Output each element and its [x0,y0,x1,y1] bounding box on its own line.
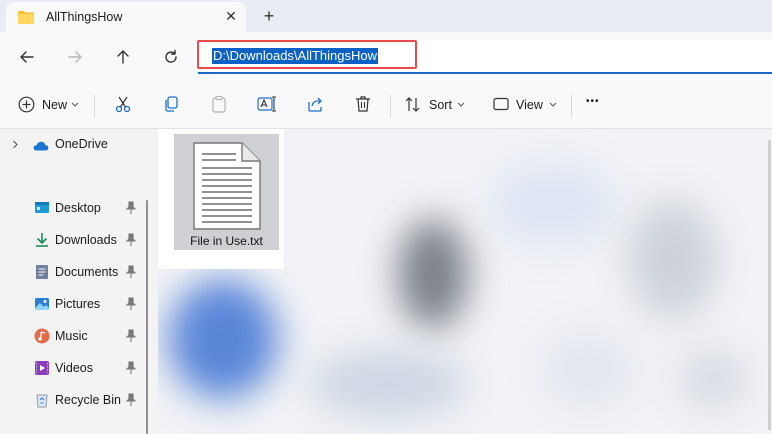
blurred-region [678,349,748,409]
sort-icon [405,97,420,112]
sort-button[interactable]: Sort [402,92,468,118]
pin-icon [125,297,137,310]
share-button[interactable] [302,92,328,118]
sidebar-item-documents[interactable]: Documents [0,260,150,284]
pictures-icon [35,298,49,310]
arrow-right-icon [68,51,82,63]
file-item[interactable]: File in Use.txt [174,134,279,250]
sidebar-item-videos[interactable]: Videos [0,356,150,380]
chevron-down-icon [457,102,465,107]
pin-icon [125,361,137,374]
address-highlight-box [197,40,417,69]
up-button[interactable] [108,42,138,72]
scissors-icon [115,96,131,113]
refresh-icon [165,49,177,63]
recycle-bin-icon [36,394,48,408]
file-name: File in Use.txt [190,234,263,248]
videos-icon [35,361,49,375]
content-scrollbar[interactable] [768,140,771,430]
sidebar-item-downloads[interactable]: Downloads [0,228,150,252]
pin-icon [125,201,137,214]
pin-icon [125,393,137,406]
more-icon: ••• [586,96,600,107]
tab-strip: AllThingsHow ✕ + [0,0,772,32]
trash-icon [356,96,370,112]
sidebar-item-onedrive[interactable]: OneDrive [0,132,150,156]
sidebar-item-music[interactable]: Music [0,324,150,348]
chevron-right-icon [13,140,18,149]
paste-button[interactable] [206,92,232,118]
desktop-icon [35,202,49,213]
documents-icon [36,265,48,279]
refresh-button[interactable] [156,42,186,72]
sidebar-item-label: Downloads [55,233,117,247]
tab-allthingshow[interactable]: AllThingsHow ✕ [6,2,246,32]
plus-circle-icon [18,96,35,113]
more-options-button[interactable]: ••• [584,92,610,118]
delete-button[interactable] [350,92,376,118]
folder-icon [18,11,34,24]
new-tab-button[interactable]: + [258,5,280,27]
pin-icon [125,233,137,246]
share-icon [308,97,322,112]
blurred-region [168,279,278,399]
blurred-region [628,199,718,319]
rename-button[interactable] [254,92,280,118]
tab-title: AllThingsHow [46,10,123,24]
sidebar-item-desktop[interactable]: Desktop [0,196,150,220]
view-icon [493,97,509,111]
chevron-down-icon [71,102,79,107]
cloud-icon [33,141,49,151]
toolbar-divider [571,95,572,117]
sidebar-item-label: OneDrive [55,137,108,151]
sidebar-item-recycle-bin[interactable]: Recycle Bin [0,388,150,412]
sidebar-item-label: Desktop [55,201,101,215]
text-file-icon [193,142,261,230]
cut-button[interactable] [110,92,136,118]
copy-icon [165,96,178,112]
rename-icon [257,96,276,112]
pin-icon [125,265,137,278]
pin-icon [125,329,137,342]
arrow-left-icon [20,51,34,63]
blurred-region [488,159,618,249]
blurred-region [308,349,468,419]
forward-button[interactable] [60,42,90,72]
music-icon [34,328,50,344]
downloads-icon [36,233,48,247]
sidebar-item-label: Music [55,329,88,343]
sidebar-scrollbar[interactable] [146,200,148,434]
sidebar-item-label: Recycle Bin [55,393,121,407]
toolbar-divider [390,95,391,117]
arrow-up-icon [117,50,129,64]
sidebar-item-label: Videos [55,361,93,375]
close-tab-icon[interactable]: ✕ [222,7,240,25]
sidebar-item-pictures[interactable]: Pictures [0,292,150,316]
blurred-region [538,329,638,409]
command-bar: New Sort View ••• [0,82,772,129]
copy-button[interactable] [158,92,184,118]
sidebar-item-label: Documents [55,265,119,279]
back-button[interactable] [12,42,42,72]
chevron-down-icon [549,102,557,107]
clipboard-icon [212,95,226,113]
sidebar-item-label: Pictures [55,297,101,311]
navigation-pane: OneDrive Desktop Downloads Documents Pic… [0,129,150,434]
blurred-region [398,219,468,329]
new-button[interactable]: New [14,92,80,118]
toolbar-divider [94,95,95,117]
sort-label: Sort [429,98,452,112]
view-label: View [516,98,543,112]
new-label: New [42,98,68,112]
view-button[interactable]: View [492,92,564,118]
